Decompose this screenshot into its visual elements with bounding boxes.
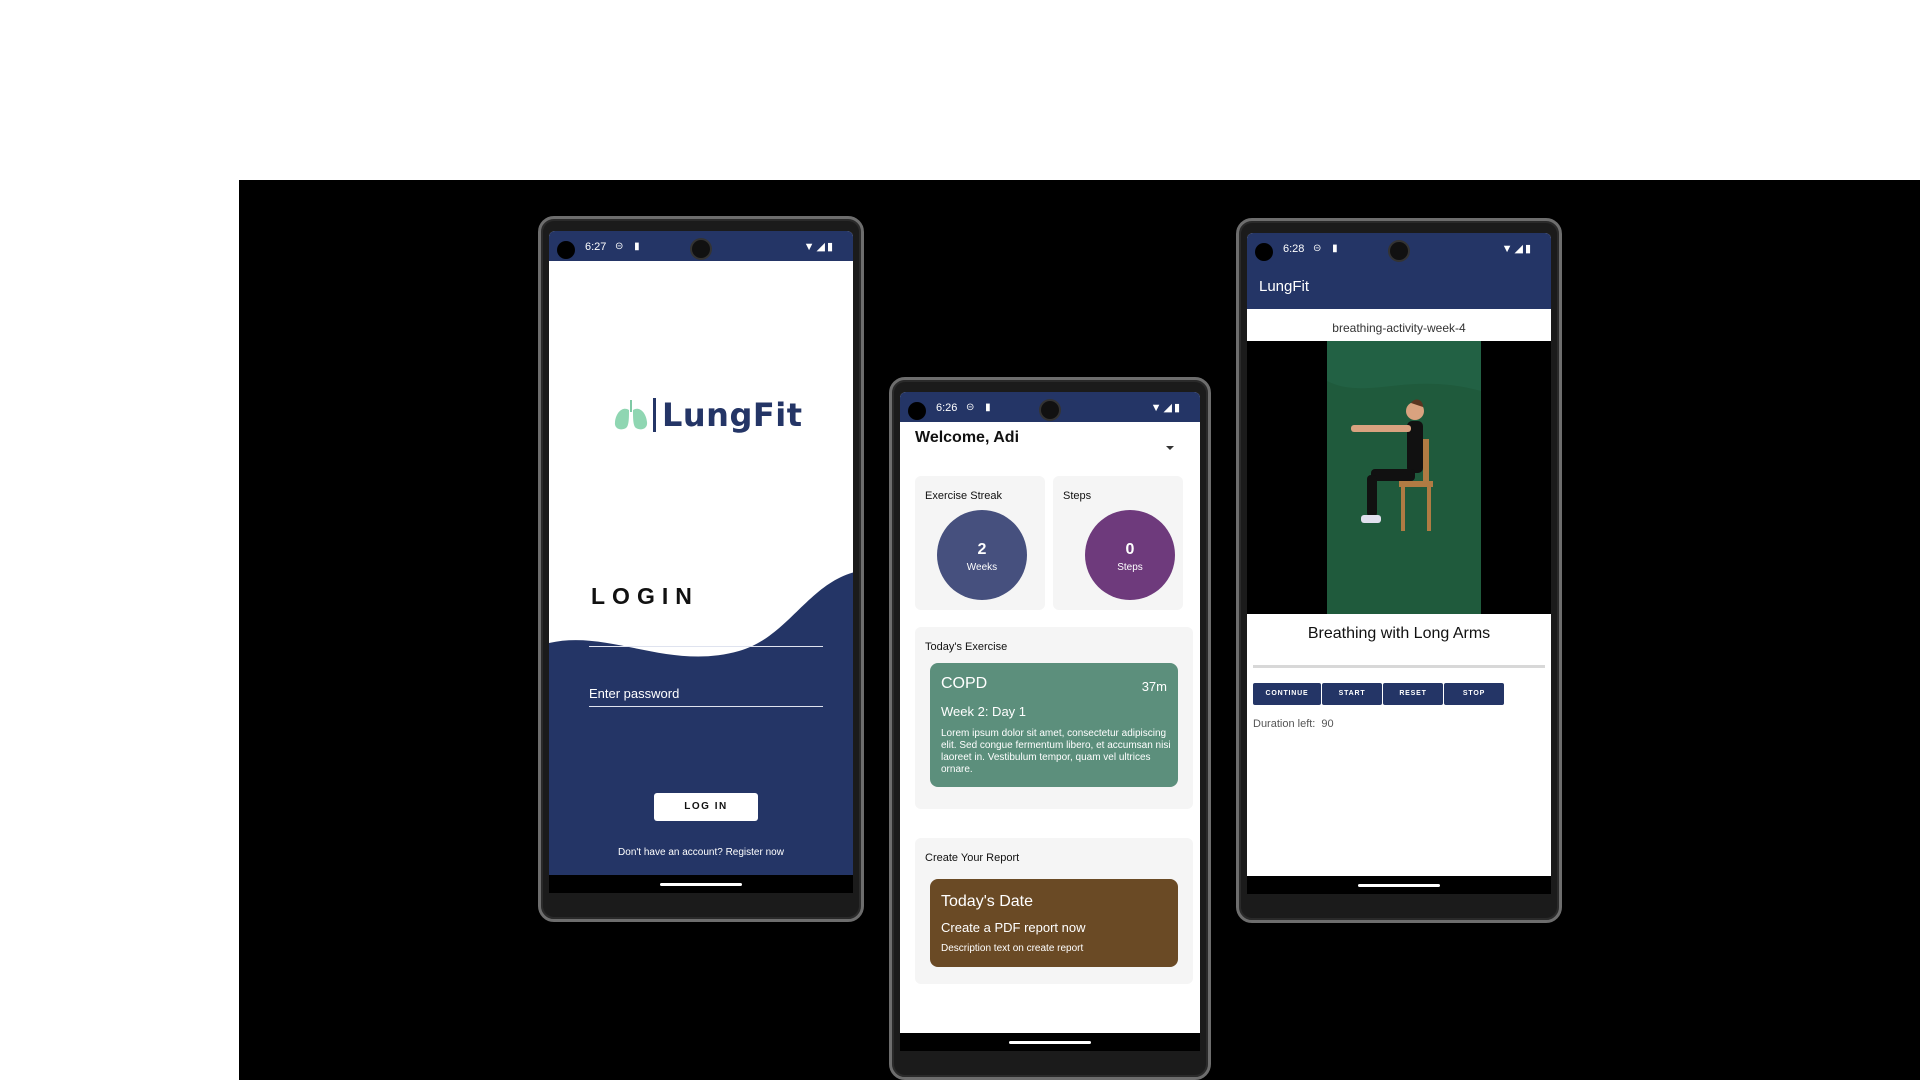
nav-bar — [900, 1033, 1200, 1051]
activity-id: breathing-activity-week-4 — [1332, 321, 1466, 335]
logo-text: LungFit — [662, 396, 803, 434]
status-bar: 6:26 ⊝ ▮ ▼◢▮ — [900, 392, 1200, 422]
duration-value: 90 — [1321, 718, 1334, 730]
duration-readout: Duration left: 90 — [1253, 718, 1334, 730]
status-dot — [908, 402, 926, 420]
status-time: 6:26 — [936, 402, 958, 414]
dashboard-phone: 6:26 ⊝ ▮ ▼◢▮ Welcome, Adi Exercise Strea… — [889, 377, 1211, 1080]
camera-icon — [692, 240, 710, 258]
reset-button[interactable]: RESET — [1383, 683, 1443, 705]
register-link[interactable]: Don't have an account? Register now — [549, 847, 853, 858]
start-button[interactable]: START — [1322, 683, 1382, 705]
progress-bar — [1253, 665, 1545, 668]
login-phone: 6:27 ⊝ ▮ ▼◢▮ LungFit LOGIN Enter email E… — [538, 216, 864, 922]
activity-screen: 6:28 ⊝ ▮ ▼◢▮ LungFit breathing-activity-… — [1247, 233, 1551, 894]
status-icons: ⊝ ▮ — [966, 402, 995, 413]
status-icons: ⊝ ▮ — [615, 241, 644, 252]
report-title: Create Your Report — [925, 852, 1020, 864]
camera-icon — [1041, 401, 1059, 419]
report-tile[interactable]: Today's Date Create a PDF report now Des… — [930, 879, 1178, 967]
home-handle[interactable] — [660, 883, 742, 886]
report-card: Create Your Report Today's Date Create a… — [915, 838, 1193, 984]
steps-value: 0 — [1125, 541, 1135, 558]
status-bar: 6:28 ⊝ ▮ ▼◢▮ — [1247, 233, 1551, 263]
report-date-label: Today's Date — [941, 893, 1033, 910]
status-bar: 6:27 ⊝ ▮ ▼◢▮ — [549, 231, 853, 261]
exercise-week-day: Week 2: Day 1 — [941, 704, 1027, 719]
stop-button[interactable]: STOP — [1444, 683, 1504, 705]
exercise-figure — [1327, 341, 1481, 614]
login-title: LOGIN — [591, 583, 699, 609]
status-time: 6:27 — [585, 241, 607, 253]
status-time: 6:28 — [1283, 243, 1305, 255]
signal-battery-icon: ▼◢▮ — [1501, 243, 1533, 255]
nav-bar — [549, 875, 853, 893]
streak-title: Exercise Streak — [925, 490, 1003, 502]
camera-icon — [1390, 242, 1408, 260]
exercise-description: Lorem ipsum dolor sit amet, consectetur … — [941, 728, 1171, 775]
email-field[interactable]: Enter email — [589, 626, 823, 647]
chevron-down-icon[interactable] — [1166, 446, 1174, 450]
home-handle[interactable] — [1009, 1041, 1091, 1044]
todays-exercise-title: Today's Exercise — [925, 641, 1008, 653]
steps-unit: Steps — [1117, 562, 1143, 573]
welcome-heading: Welcome, Adi — [915, 429, 1020, 446]
status-dot — [557, 241, 575, 259]
home-handle[interactable] — [1358, 884, 1440, 887]
duration-label: Duration left: — [1253, 718, 1316, 730]
password-field[interactable]: Enter password — [589, 686, 823, 707]
activity-phone: 6:28 ⊝ ▮ ▼◢▮ LungFit breathing-activity-… — [1236, 218, 1562, 923]
control-buttons: CONTINUE START RESET STOP — [1253, 683, 1505, 705]
steps-title: Steps — [1063, 490, 1092, 502]
video-frame — [1327, 341, 1481, 614]
exercise-name: COPD — [941, 675, 988, 692]
video-player[interactable] — [1247, 341, 1551, 614]
nav-bar — [1247, 876, 1551, 894]
login-button[interactable]: LOG IN — [654, 793, 758, 821]
stage: 6:27 ⊝ ▮ ▼◢▮ LungFit LOGIN Enter email E… — [0, 0, 1920, 1080]
report-description: Description text on create report — [941, 943, 1084, 954]
exercise-tile[interactable]: COPD 37m Week 2: Day 1 Lorem ipsum dolor… — [930, 663, 1178, 787]
streak-circle: 2 Weeks — [937, 510, 1027, 600]
status-dot — [1255, 243, 1273, 261]
signal-battery-icon: ▼◢▮ — [1150, 402, 1182, 414]
streak-card: Exercise Streak 2 Weeks — [915, 476, 1045, 610]
steps-circle: 0 Steps — [1085, 510, 1175, 600]
continue-button[interactable]: CONTINUE — [1253, 683, 1321, 705]
exercise-title: Breathing with Long Arms — [1307, 625, 1491, 642]
app-bar-title: LungFit — [1259, 278, 1310, 295]
lungs-icon — [614, 400, 648, 430]
app-logo: LungFit — [613, 396, 802, 434]
exercise-duration: 37m — [1141, 679, 1167, 694]
login-wave-background — [549, 572, 853, 893]
dashboard-screen: 6:26 ⊝ ▮ ▼◢▮ Welcome, Adi Exercise Strea… — [900, 392, 1200, 1051]
streak-value: 2 — [977, 541, 987, 558]
report-action: Create a PDF report now — [941, 920, 1086, 935]
todays-exercise-card: Today's Exercise COPD 37m Week 2: Day 1 … — [915, 627, 1193, 809]
steps-card: Steps 0 Steps — [1053, 476, 1183, 610]
signal-battery-icon: ▼◢▮ — [803, 241, 835, 253]
logo-divider — [653, 398, 656, 432]
login-screen: 6:27 ⊝ ▮ ▼◢▮ LungFit LOGIN Enter email E… — [549, 231, 853, 893]
status-icons: ⊝ ▮ — [1313, 243, 1342, 254]
app-bar: LungFit — [1247, 263, 1551, 309]
streak-unit: Weeks — [966, 562, 998, 573]
